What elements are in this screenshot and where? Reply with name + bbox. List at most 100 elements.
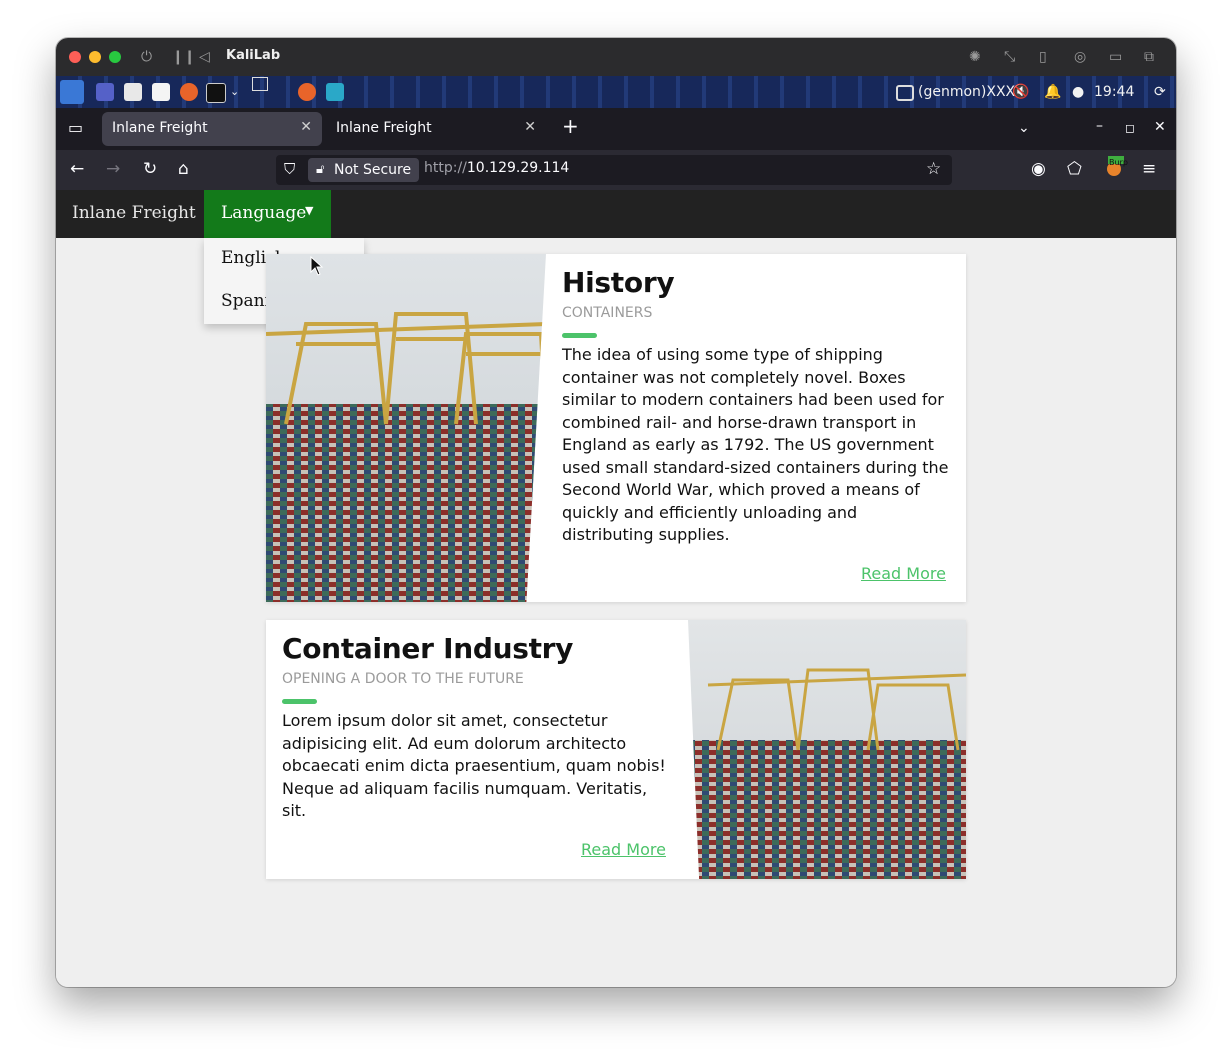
body-line: The idea of using some type of shipping <box>562 345 883 364</box>
nav-toolbar: ← → ↻ ⌂ ⛉ 🔓︎ Not Secure http://10.129.29… <box>56 150 1176 190</box>
url-host: 10.129.29.114 <box>466 160 570 176</box>
file-manager-icon[interactable] <box>124 83 142 101</box>
text-editor-icon[interactable] <box>152 83 170 101</box>
tab-label: Inlane Freight <box>112 120 208 136</box>
kali-menu-icon[interactable] <box>60 80 84 104</box>
burp-task-icon[interactable] <box>326 83 344 101</box>
body-line: adipisicing elit. Ad eum dolorum archite… <box>282 733 627 753</box>
back-icon[interactable]: ← <box>70 159 84 179</box>
body-line: Lorem ipsum dolor sit amet, consectetur <box>282 711 608 730</box>
caret-down-icon: ▼ <box>305 204 314 217</box>
card-body: The idea of using some type of shipping … <box>562 344 958 547</box>
usb-icon[interactable]: ▯ <box>1039 48 1047 66</box>
extensions-icon[interactable]: ⬠ <box>1067 159 1082 179</box>
refresh-session-icon[interactable]: ⟳ <box>1154 83 1166 101</box>
close-icon[interactable]: ✕ <box>524 119 536 135</box>
resize-icon[interactable]: ⤡ <box>1004 48 1015 66</box>
tab-inlane-freight[interactable]: Inlane Freight ✕ <box>326 112 546 146</box>
close-icon[interactable]: ✕ <box>300 119 312 135</box>
status-icon[interactable]: ● <box>1072 83 1084 101</box>
mouse-cursor-icon <box>310 256 324 276</box>
body-line: used small standard-sized containers dur… <box>562 457 949 477</box>
shield-icon[interactable]: ⛉ <box>284 159 295 179</box>
not-secure-label: Not Secure <box>334 162 412 178</box>
vm-title: KaliLab <box>226 48 281 63</box>
page-viewport: Inlane Freight Language ▼ English Spanis… <box>56 190 1176 987</box>
new-tab-button[interactable]: + <box>562 116 579 136</box>
body-line: England as early as 1792. The US governm… <box>562 435 934 454</box>
site-navbar: Inlane Freight Language ▼ <box>56 190 1176 238</box>
close-window-button[interactable] <box>69 51 81 63</box>
read-more-link[interactable]: Read More <box>581 840 666 859</box>
pause-icon[interactable]: ❙❙ <box>172 48 195 66</box>
body-line: sit. <box>282 801 307 820</box>
tab-label: Inlane Freight <box>336 120 432 136</box>
body-line: container was not completely novel. Boxe… <box>562 367 906 387</box>
back-triangle-icon[interactable]: ◁ <box>199 48 210 66</box>
url-bar[interactable]: ⛉ 🔓︎ Not Secure http://10.129.29.114 ☆ <box>276 155 952 185</box>
body-line: Neque ad aliquam facilis numquam. Verita… <box>282 778 648 798</box>
foxyproxy-icon[interactable]: Burp <box>1104 156 1128 178</box>
card-subtitle: OPENING A DOOR TO THE FUTURE <box>282 671 524 687</box>
tab-inlane-freight-active[interactable]: Inlane Freight ✕ <box>102 112 322 146</box>
maximize-icon[interactable]: ◻ <box>1125 118 1135 138</box>
container-port-image <box>688 620 966 879</box>
card-body: Lorem ipsum dolor sit amet, consectetur … <box>282 710 682 823</box>
url-text[interactable]: http://10.129.29.114 <box>424 160 569 176</box>
url-scheme: http:// <box>424 160 467 176</box>
workspace-icon[interactable] <box>96 83 114 101</box>
monitor-icon <box>896 85 914 101</box>
accent-bar <box>562 333 597 338</box>
minimize-icon[interactable]: – <box>1096 116 1103 136</box>
container-port-image <box>266 254 546 602</box>
reload-icon[interactable]: ↻ <box>143 159 157 179</box>
body-line: Second World War, which proved a means o… <box>562 480 920 499</box>
forward-icon[interactable]: → <box>106 159 120 179</box>
body-line: combined rail- and horse-drawn transport… <box>562 412 917 432</box>
vm-window: ⏻ ❙❙ ◁ KaliLab ✺ ⤡ ▯ ◎ ▭ ⧉ ⌄ (genmon)XXX… <box>56 38 1176 987</box>
accent-bar <box>282 699 317 704</box>
desktop-panel: ⌄ (genmon)XXX 🔇 🔔 ● 19:44 ⟳ <box>56 76 1176 108</box>
tab-overview-icon[interactable]: ▭ <box>68 118 83 138</box>
firefox-icon[interactable] <box>180 83 198 101</box>
close-browser-icon[interactable]: ✕ <box>1154 117 1166 137</box>
power-icon[interactable]: ⏻ <box>141 48 152 66</box>
list-tabs-icon[interactable]: ⌄ <box>1018 118 1030 138</box>
windows-icon[interactable]: ⧉ <box>1144 48 1154 66</box>
menu-icon[interactable]: ≡ <box>1142 159 1156 179</box>
chevron-down-icon[interactable]: ⌄ <box>230 83 239 101</box>
account-icon[interactable]: ◉ <box>1031 159 1046 179</box>
firefox-task-icon[interactable] <box>298 83 316 101</box>
home-icon[interactable]: ⌂ <box>178 159 189 179</box>
terminal-icon[interactable] <box>206 83 226 103</box>
network-icon[interactable]: ◎ <box>1074 48 1086 66</box>
zoom-window-button[interactable] <box>109 51 121 63</box>
vm-titlebar: ⏻ ❙❙ ◁ KaliLab ✺ ⤡ ▯ ◎ ▭ ⧉ <box>56 38 1176 76</box>
body-line: obcaecati enim dicta praesentium, quam n… <box>282 756 666 775</box>
language-dropdown-button[interactable]: Language ▼ <box>204 190 331 238</box>
body-line: distributing supplies. <box>562 525 730 544</box>
card-title: Container Industry <box>282 632 574 665</box>
mute-icon[interactable]: 🔇 <box>1012 83 1029 101</box>
burp-badge: Burp <box>1109 158 1128 167</box>
tab-strip: ▭ Inlane Freight ✕ Inlane Freight ✕ + ⌄ … <box>56 108 1176 150</box>
history-card: History CONTAINERS The idea of using som… <box>266 254 966 602</box>
folder-icon[interactable]: ▭ <box>1109 48 1122 66</box>
site-brand[interactable]: Inlane Freight <box>72 203 196 223</box>
not-secure-badge[interactable]: 🔓︎ Not Secure <box>308 158 420 182</box>
lock-icon: 🔓︎ <box>316 162 325 177</box>
minimize-window-button[interactable] <box>89 51 101 63</box>
card-subtitle: CONTAINERS <box>562 305 653 321</box>
bell-icon[interactable]: 🔔 <box>1044 83 1061 101</box>
card-title: History <box>562 266 675 299</box>
read-more-link[interactable]: Read More <box>861 564 946 583</box>
language-label: Language <box>221 203 307 223</box>
brightness-icon[interactable]: ✺ <box>969 48 981 66</box>
body-line: similar to modern containers had been us… <box>562 390 944 409</box>
genmon-label: (genmon)XXX <box>918 84 1016 100</box>
clock: 19:44 <box>1094 84 1135 100</box>
body-line: quickly and efficiently unloading and <box>562 502 858 522</box>
window-icon[interactable] <box>252 77 268 91</box>
bookmark-star-icon[interactable]: ☆ <box>926 159 941 179</box>
container-industry-card: Container Industry OPENING A DOOR TO THE… <box>266 620 966 879</box>
